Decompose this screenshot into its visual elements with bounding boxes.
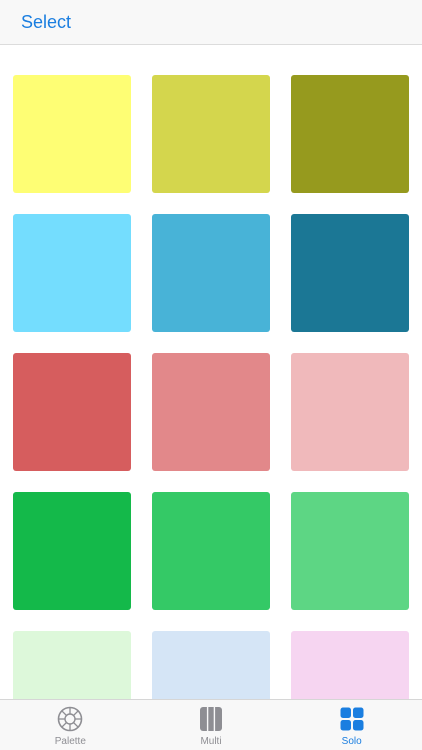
color-swatch[interactable] — [13, 214, 131, 332]
color-swatch[interactable] — [291, 214, 409, 332]
navigation-bar: Select — [0, 0, 422, 45]
tab-solo[interactable]: Solo — [281, 700, 422, 750]
color-swatch[interactable] — [291, 631, 409, 699]
color-swatch[interactable] — [291, 492, 409, 610]
color-swatch[interactable] — [291, 75, 409, 193]
color-swatch[interactable] — [152, 353, 270, 471]
solo-grid-icon — [340, 707, 364, 731]
color-swatch[interactable] — [13, 492, 131, 610]
tab-palette-label: Palette — [54, 736, 86, 747]
color-swatch[interactable] — [291, 353, 409, 471]
tab-multi-label: Multi — [200, 736, 222, 747]
color-swatch[interactable] — [152, 492, 270, 610]
multi-columns-icon — [200, 707, 222, 731]
select-button[interactable]: Select — [21, 11, 71, 33]
swatch-grid — [0, 45, 422, 699]
tab-solo-label: Solo — [341, 736, 362, 747]
tab-bar: Palette Multi Solo — [0, 699, 422, 750]
color-swatch[interactable] — [152, 214, 270, 332]
color-swatch[interactable] — [13, 353, 131, 471]
tab-palette[interactable]: Palette — [0, 700, 141, 750]
color-swatch[interactable] — [13, 631, 131, 699]
color-swatch[interactable] — [152, 631, 270, 699]
color-swatch[interactable] — [152, 75, 270, 193]
tab-multi[interactable]: Multi — [141, 700, 282, 750]
color-swatch[interactable] — [13, 75, 131, 193]
palette-wheel-icon — [58, 706, 83, 732]
app-screen: Select Palette Multi Solo — [0, 0, 422, 750]
